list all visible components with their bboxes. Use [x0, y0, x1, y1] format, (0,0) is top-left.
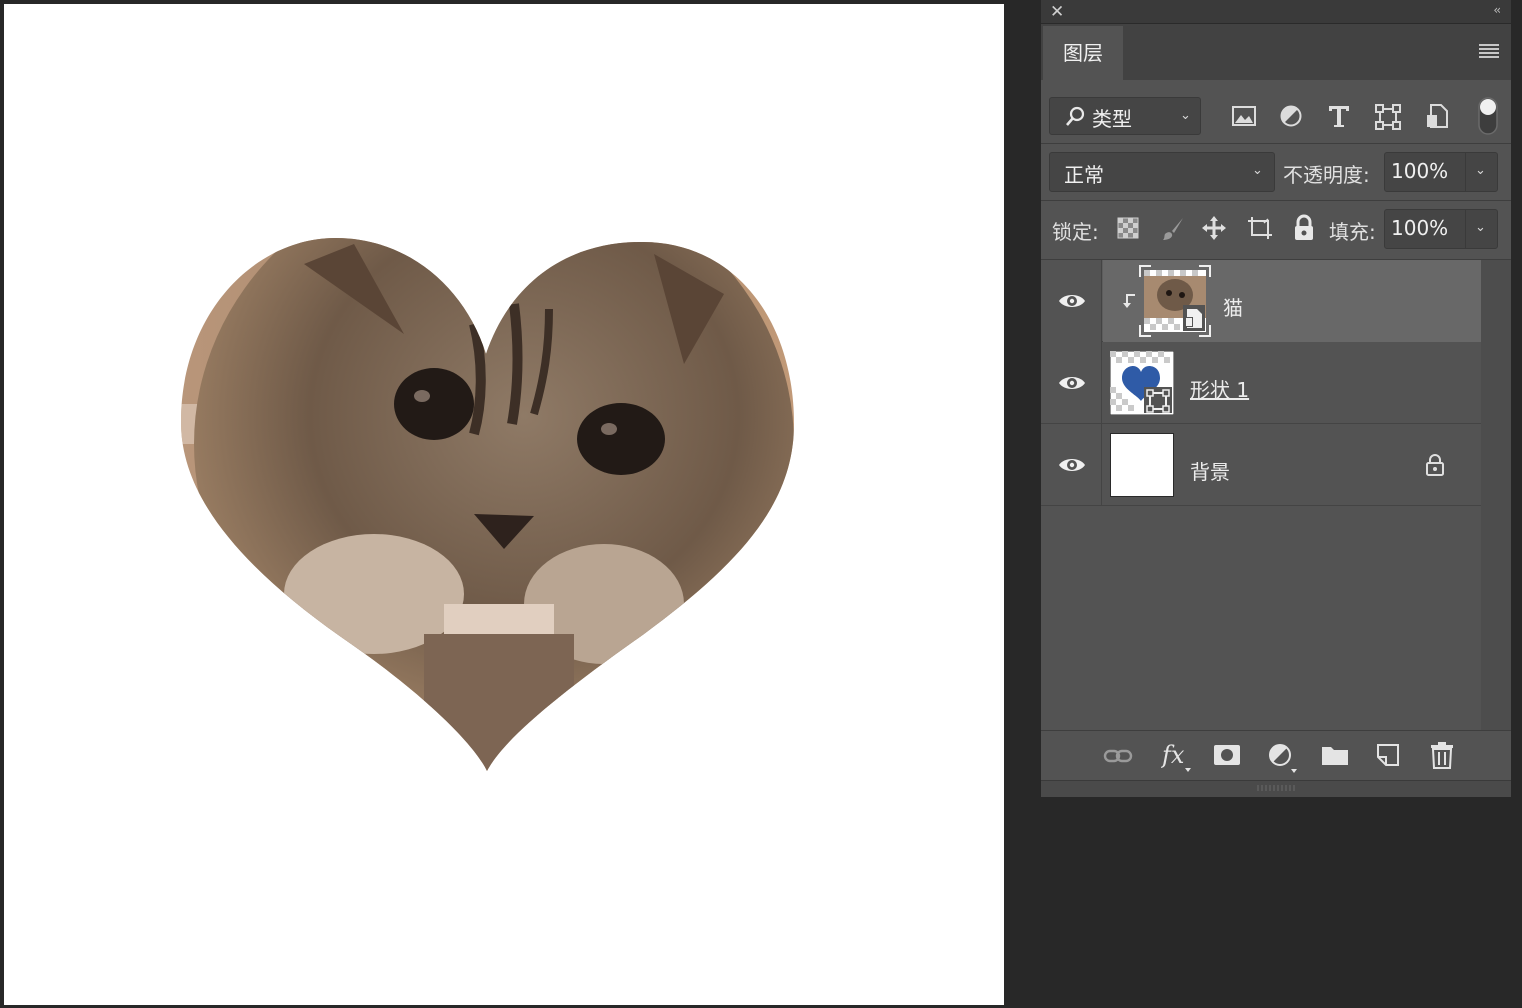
lock-pixels-brush-icon[interactable]	[1161, 216, 1185, 246]
filter-toggle-switch[interactable]	[1477, 96, 1499, 140]
eye-icon	[1059, 459, 1085, 471]
add-mask-icon[interactable]	[1213, 743, 1241, 771]
smart-object-filter-icon[interactable]	[1425, 103, 1449, 133]
lock-all-icon[interactable]	[1293, 214, 1315, 246]
blend-mode-select[interactable]: 正常 ⌄	[1049, 152, 1275, 192]
close-icon[interactable]: ✕	[1050, 2, 1064, 22]
collapse-icon[interactable]: ‹‹	[1493, 3, 1500, 17]
lock-transparency-icon[interactable]	[1117, 217, 1139, 243]
blend-row: 正常 ⌄ 不透明度: 100% ⌄	[1041, 144, 1511, 200]
layers-footer-toolbar: fx	[1041, 730, 1511, 780]
visibility-toggle[interactable]	[1041, 260, 1102, 342]
panel-menu-icon[interactable]	[1479, 44, 1499, 58]
new-adjustment-layer-icon[interactable]	[1267, 742, 1299, 778]
lock-position-move-icon[interactable]	[1201, 215, 1227, 245]
chevron-down-icon: ⌄	[1475, 220, 1486, 235]
new-group-folder-icon[interactable]	[1321, 743, 1349, 771]
eye-icon	[1059, 377, 1085, 389]
tab-layers[interactable]: 图层	[1043, 26, 1123, 80]
clipping-arrow-icon	[1121, 292, 1137, 314]
grip-icon	[1257, 785, 1295, 791]
adjustment-filter-icon[interactable]	[1279, 104, 1303, 132]
layer-name-cat[interactable]: 猫	[1223, 292, 1243, 321]
panel-resize-handle[interactable]	[1041, 780, 1511, 797]
svg-text:fx: fx	[1161, 741, 1185, 769]
fill-label: 填充:	[1329, 220, 1376, 244]
filter-kind-label: 类型	[1092, 107, 1132, 131]
cat-thumbnail-image	[1139, 265, 1211, 337]
chevron-down-icon: ⌄	[1475, 163, 1486, 178]
layers-panel: ✕ ‹‹ 图层 类型 ⌄ 正常 ⌄ 不透明度: 100% ⌄ 锁定: 填充: 1…	[1041, 0, 1511, 797]
lock-label: 锁定:	[1052, 220, 1099, 244]
layer-row-background[interactable]: 背景	[1041, 424, 1481, 506]
fill-value: 100%	[1391, 216, 1449, 240]
visibility-toggle[interactable]	[1041, 424, 1102, 506]
visibility-toggle[interactable]	[1041, 342, 1102, 424]
layer-thumbnail-background[interactable]	[1110, 433, 1174, 497]
panel-title-bar: ✕ ‹‹	[1041, 0, 1511, 24]
layer-lock-icon[interactable]	[1425, 453, 1445, 481]
opacity-value: 100%	[1391, 159, 1449, 183]
panel-tab-bar: 图层	[1041, 24, 1511, 80]
filter-row: 类型 ⌄	[1041, 80, 1511, 152]
new-layer-icon[interactable]	[1375, 742, 1401, 772]
delete-layer-trash-icon[interactable]	[1429, 741, 1455, 773]
layer-thumbnail-shape[interactable]	[1109, 350, 1175, 416]
type-filter-icon[interactable]	[1327, 103, 1351, 133]
document-canvas[interactable]	[4, 4, 1004, 1005]
layer-row-cat[interactable]: 猫	[1041, 260, 1481, 342]
layer-name-shape[interactable]: 形状 1	[1190, 374, 1249, 403]
lock-artboard-icon[interactable]	[1245, 215, 1275, 245]
layer-thumbnail-cat[interactable]	[1139, 265, 1211, 337]
lock-row: 锁定: 填充: 100% ⌄	[1041, 201, 1511, 259]
image-filter-icon[interactable]	[1231, 104, 1257, 132]
filter-kind-select[interactable]: 类型 ⌄	[1049, 97, 1201, 135]
layer-style-fx-icon[interactable]: fx	[1160, 741, 1193, 777]
heart-clipped-cat-artwork	[180, 237, 794, 771]
layer-row-shape[interactable]: 形状 1	[1041, 342, 1481, 424]
chevron-down-icon: ⌄	[1180, 108, 1191, 123]
link-layers-icon[interactable]	[1103, 744, 1133, 772]
layers-scrollbar-track[interactable]	[1481, 260, 1511, 730]
search-icon	[1064, 106, 1086, 133]
layer-name-background[interactable]: 背景	[1190, 456, 1230, 485]
fill-input[interactable]: 100% ⌄	[1384, 209, 1498, 249]
chevron-down-icon: ⌄	[1252, 163, 1263, 178]
blend-mode-value: 正常	[1064, 163, 1104, 187]
opacity-label: 不透明度:	[1283, 163, 1370, 187]
shape-filter-icon[interactable]	[1375, 104, 1401, 134]
heart-shape-thumbnail	[1109, 350, 1175, 416]
opacity-input[interactable]: 100% ⌄	[1384, 152, 1498, 192]
eye-icon	[1059, 295, 1085, 307]
